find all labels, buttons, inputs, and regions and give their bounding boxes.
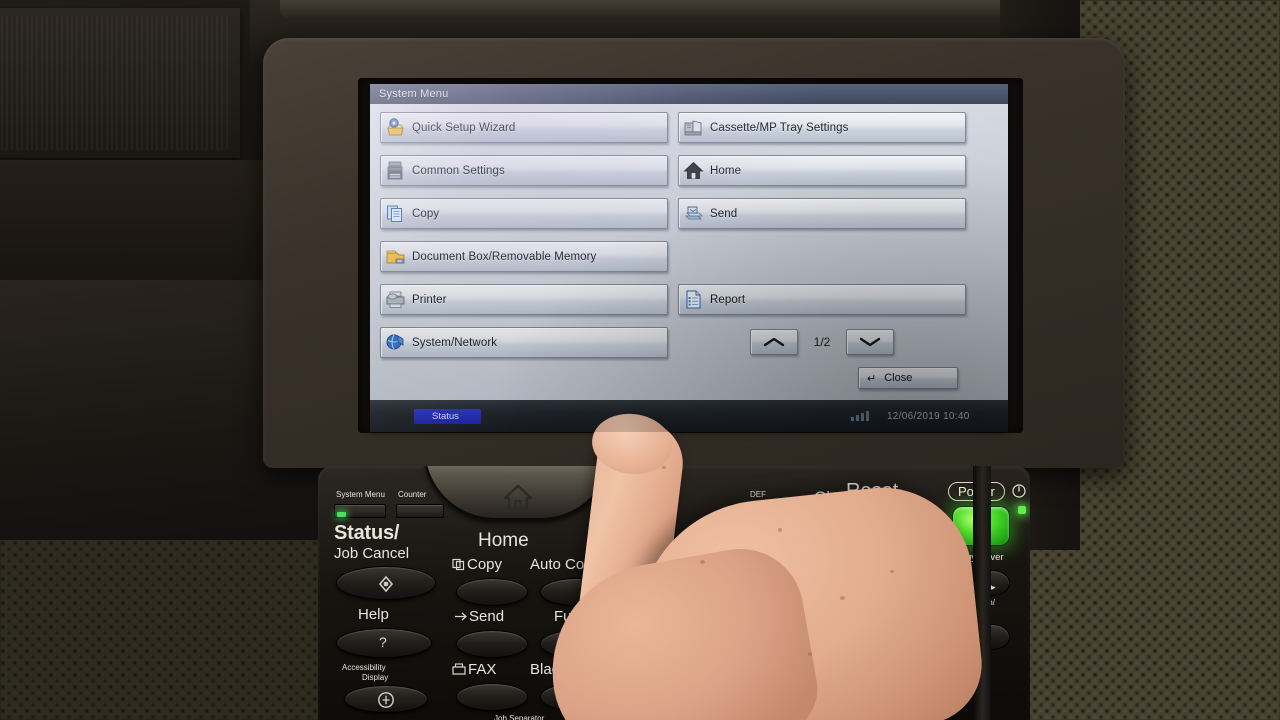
menu-item-label: Document Box/Removable Memory [412,250,597,263]
user-hand [535,400,1060,720]
job-separator-label: Job Separator [494,714,545,720]
thumb-base [535,538,825,720]
report-icon [683,289,704,310]
skin-mark [700,560,705,564]
close-button[interactable]: ↵ Close [858,367,958,389]
menu-right-column: Cassette/MP Tray Settings Home Send Repo… [678,112,966,389]
status-job-cancel-key[interactable] [336,566,436,600]
system-menu-key-label: System Menu [336,490,385,499]
menu-body: Quick Setup Wizard Common Settings Copy [370,104,1008,400]
enter-glyph-icon: ↵ [867,372,877,385]
accessibility-display-key[interactable] [344,685,428,713]
menu-item-label: System/Network [412,336,498,349]
menu-item-label: Home [710,164,742,177]
pagination-controls: 1/2 [678,329,966,355]
printer-top-edge [280,0,1070,18]
menu-item-copy[interactable]: Copy [380,198,668,229]
send-key-label: Send [454,608,504,625]
send-key[interactable] [456,630,528,658]
accessibility-label-line2: Display [362,673,389,682]
menu-item-document-box-removable-memory[interactable]: Document Box/Removable Memory [380,241,668,272]
printer-icon [385,289,406,310]
home-icon [503,484,533,511]
copy-key[interactable] [456,578,528,606]
status-key-label-line1: Status/ [334,522,400,544]
send-icon [683,203,704,224]
accessibility-label-line1: Accessibility [342,663,386,672]
skin-mark [778,528,782,532]
home-key-label: Home [478,530,529,551]
printer-paper-tray [0,8,240,158]
skin-mark [808,652,812,656]
quick-setup-wizard-icon [385,117,406,138]
fax-small-icon [452,663,466,675]
page-indicator: 1/2 [813,335,831,349]
menu-item-printer[interactable]: Printer [380,284,668,315]
menu-item-cassette-mp-tray-settings[interactable]: Cassette/MP Tray Settings [678,112,966,143]
help-key[interactable]: ? [336,628,432,658]
counter-key[interactable] [396,504,444,518]
menu-item-label: Report [710,293,746,306]
menu-left-column: Quick Setup Wizard Common Settings Copy [380,112,668,389]
skin-mark [890,570,894,573]
lcd-touchscreen[interactable]: System Menu Quick Setup Wizard Common Se… [370,84,1008,432]
menu-item-label: Common Settings [412,164,505,177]
document-box-icon [385,246,406,267]
menu-item-common-settings[interactable]: Common Settings [380,155,668,186]
menu-item-quick-setup-wizard[interactable]: Quick Setup Wizard [380,112,668,143]
menu-columns: Quick Setup Wizard Common Settings Copy [380,112,998,389]
question-mark-icon: ? [379,634,387,650]
screen-title-bar: System Menu [370,84,1008,104]
common-settings-icon [385,160,406,181]
menu-item-report[interactable]: Report [678,284,966,315]
skin-mark [840,596,845,600]
cassette-tray-icon [683,117,704,138]
menu-item-home[interactable]: Home [678,155,966,186]
system-network-icon [385,332,406,353]
menu-item-label: Printer [412,293,447,306]
menu-item-label: Copy [412,207,440,220]
home-icon [683,160,704,181]
send-small-icon [455,612,467,621]
menu-item-system-network[interactable]: System/Network [380,327,668,358]
printer-shelf [0,160,290,280]
status-key-label-line2: Job Cancel [334,545,410,562]
page-down-button[interactable] [846,329,895,355]
menu-item-label: Cassette/MP Tray Settings [710,121,849,134]
page-title: System Menu [379,88,449,100]
status-button[interactable]: Status [414,408,481,424]
copy-key-label: Copy [452,556,502,573]
counter-key-label: Counter [398,490,427,499]
fax-key-label: FAX [452,661,496,678]
copy-small-icon [452,558,465,571]
menu-item-label: Quick Setup Wizard [412,121,516,134]
help-key-label: Help [358,606,389,623]
tray-grille [0,16,230,150]
screenshot-scene: System Menu Quick Setup Wizard Common Se… [0,0,1280,720]
close-button-label: Close [884,372,913,384]
skin-mark [662,466,666,469]
copy-icon [385,203,406,224]
system-menu-led-icon [337,512,346,517]
page-up-button[interactable] [749,329,798,355]
menu-item-label: Send [710,207,738,220]
fax-key[interactable] [456,683,528,711]
close-row: ↵ Close [678,367,966,389]
menu-item-send[interactable]: Send [678,198,966,229]
right-column-gap [678,241,966,284]
